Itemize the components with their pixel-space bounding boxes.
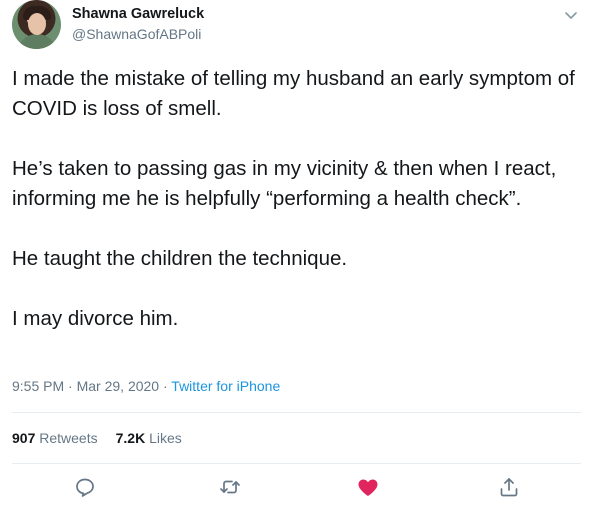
meta-separator: · bbox=[159, 378, 172, 394]
tweet-paragraph: He’s taken to passing gas in my vicinity… bbox=[12, 157, 557, 210]
tweet-date[interactable]: Mar 29, 2020 bbox=[77, 378, 160, 394]
tweet-time[interactable]: 9:55 PM bbox=[12, 378, 64, 394]
tweet-text: I made the mistake of telling my husband… bbox=[12, 64, 582, 334]
likes-count: 7.2K bbox=[115, 430, 146, 446]
heart-icon[interactable] bbox=[356, 475, 380, 499]
avatar[interactable] bbox=[12, 0, 61, 49]
share-icon[interactable] bbox=[497, 475, 521, 499]
tweet-actions bbox=[0, 475, 593, 503]
chevron-down-icon[interactable] bbox=[564, 8, 578, 19]
likes-stat[interactable]: 7.2K Likes bbox=[116, 430, 182, 446]
retweets-label: Retweets bbox=[39, 430, 98, 446]
tweet: Shawna Gawreluck @ShawnaGofABPoli I made… bbox=[0, 0, 593, 512]
retweets-stat[interactable]: 907 Retweets bbox=[12, 430, 98, 446]
user-name[interactable]: Shawna Gawreluck bbox=[72, 6, 204, 22]
tweet-meta: 9:55 PM · Mar 29, 2020 · Twitter for iPh… bbox=[12, 378, 280, 394]
tweet-paragraph: I made the mistake of telling my husband… bbox=[12, 67, 575, 120]
divider bbox=[12, 412, 581, 413]
tweet-stats: 907 Retweets 7.2K Likes bbox=[12, 430, 182, 446]
tweet-source-link[interactable]: Twitter for iPhone bbox=[171, 378, 280, 394]
retweet-icon[interactable] bbox=[218, 475, 242, 499]
tweet-paragraph: I may divorce him. bbox=[12, 307, 179, 330]
reply-icon[interactable] bbox=[73, 475, 97, 499]
retweets-count: 907 bbox=[12, 430, 36, 446]
tweet-paragraph: He taught the children the technique. bbox=[12, 247, 348, 270]
meta-separator: · bbox=[64, 378, 77, 394]
divider bbox=[12, 463, 581, 464]
user-handle[interactable]: @ShawnaGofABPoli bbox=[72, 26, 201, 42]
likes-label: Likes bbox=[149, 430, 182, 446]
